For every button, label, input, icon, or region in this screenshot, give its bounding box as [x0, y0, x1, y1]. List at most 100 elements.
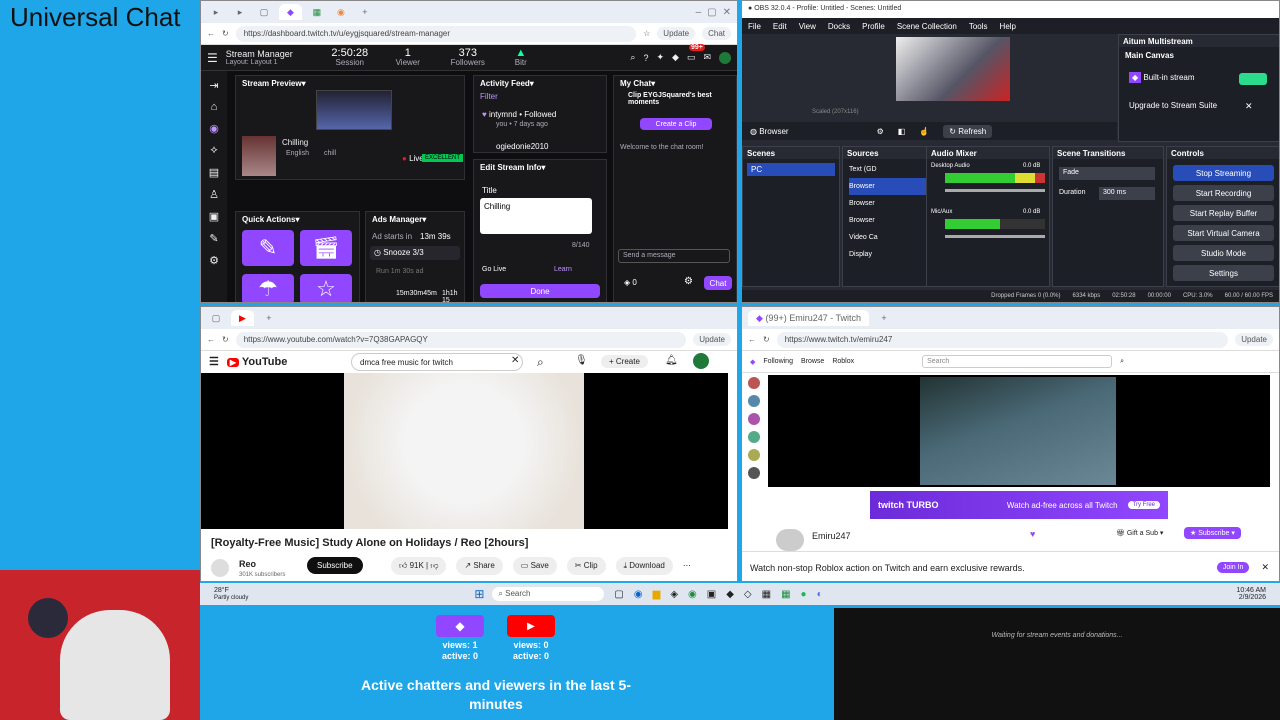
explorer-icon[interactable]: ▆ [653, 589, 661, 600]
try-free-button[interactable]: Try Free [1127, 501, 1160, 509]
gift-sub-button[interactable]: 🎁︎ Gift a Sub ▾ [1116, 529, 1163, 537]
start-recording-button[interactable]: Start Recording [1173, 185, 1274, 201]
app-icon[interactable]: ◆ [726, 589, 734, 600]
app-icon[interactable]: ◇ [744, 589, 752, 600]
stream-toggle[interactable] [1239, 73, 1267, 85]
desktop-audio-slider[interactable] [945, 189, 1045, 192]
back-icon[interactable]: ← [207, 29, 215, 38]
search-icon[interactable]: ⌕ [537, 355, 544, 370]
new-tab-button[interactable]: + [356, 4, 374, 20]
bell-icon[interactable]: 🔔︎ [665, 355, 678, 366]
maximize-button[interactable]: ▢ [707, 7, 716, 18]
properties-icon[interactable]: ⚙ [877, 127, 884, 136]
new-tab-button[interactable]: + [875, 310, 893, 326]
new-tab-button[interactable]: + [260, 310, 278, 326]
send-chat-button[interactable]: Chat [704, 276, 732, 290]
tab-icon[interactable]: ▢ [255, 4, 273, 20]
edge-icon[interactable]: ◉ [634, 589, 643, 600]
youtube-logo[interactable]: ▶ YouTube [226, 356, 287, 368]
back-icon[interactable]: ← [748, 335, 756, 344]
update-button[interactable]: Update [693, 333, 731, 346]
bits-store-icon[interactable]: ◆ [672, 52, 679, 63]
channel-avatar[interactable] [748, 413, 760, 425]
channel-avatar[interactable] [748, 395, 760, 407]
address-bar[interactable]: https://www.twitch.tv/emiru247 [776, 331, 1229, 348]
upgrade-link[interactable]: Upgrade to Stream Suite [1129, 101, 1217, 110]
menu-profile[interactable]: Profile [862, 22, 885, 31]
share-button[interactable]: ↗ Share [456, 557, 503, 575]
channel-points[interactable]: ◈ 0 [624, 278, 637, 287]
run-ad-button[interactable]: Run 1m 30s ad [376, 268, 423, 275]
update-button[interactable]: Update [657, 27, 696, 40]
excel-icon[interactable]: ▦ [781, 589, 790, 600]
app-icon[interactable]: ◈ [670, 589, 678, 600]
channel-avatar[interactable] [748, 431, 760, 443]
learn-link[interactable]: Learn [554, 266, 572, 273]
discord-icon[interactable]: ◐ [817, 589, 823, 600]
star-action-button[interactable]: ☆ [300, 274, 352, 302]
search-icon[interactable]: ⌕ [630, 52, 635, 63]
menu-icon[interactable]: ☰ [209, 355, 219, 368]
stream-icon[interactable]: ◉ [209, 122, 219, 135]
more-icon[interactable]: ⋯ [683, 557, 691, 575]
raid-action-button[interactable]: ☂︎ [242, 274, 294, 302]
channel-avatar[interactable] [748, 467, 760, 479]
transition-select[interactable]: Fade [1059, 167, 1155, 180]
update-button[interactable]: Update [1235, 333, 1273, 346]
download-button[interactable]: ⤓ Download [615, 557, 673, 575]
search-input[interactable]: dmca free music for twitch [351, 353, 523, 371]
spotify-icon[interactable]: ● [801, 589, 807, 600]
tab-sheets[interactable]: ▦ [308, 4, 326, 20]
stop-streaming-button[interactable]: Stop Streaming [1173, 165, 1274, 181]
avatar[interactable] [693, 353, 709, 369]
menu-view[interactable]: View [799, 22, 816, 31]
start-virtual-camera-button[interactable]: Start Virtual Camera [1173, 225, 1274, 241]
app-icon[interactable]: ▦ [762, 589, 771, 600]
scene-item[interactable]: PC [747, 163, 835, 176]
twitch-video-player[interactable] [768, 375, 1270, 487]
clip-button[interactable]: ✂ Clip [566, 557, 606, 575]
reload-icon[interactable]: ↻ [763, 335, 770, 344]
clear-search-icon[interactable]: ✕ [511, 355, 519, 366]
menu-help[interactable]: Help [1000, 22, 1016, 31]
creator-icon[interactable]: ✎ [209, 232, 218, 245]
menu-file[interactable]: File [748, 22, 761, 31]
menu-scene-collection[interactable]: Scene Collection [897, 22, 957, 31]
obs-preview[interactable] [896, 37, 1010, 101]
streamer-name[interactable]: Emiru247 [812, 531, 851, 541]
taskbar-search[interactable]: ⌕ Search [492, 587, 605, 601]
done-button[interactable]: Done [480, 284, 600, 298]
preview-thumbnail[interactable] [316, 90, 392, 130]
activity-item[interactable]: ♥ intymnd • Followed [482, 110, 556, 119]
star-icon[interactable]: ☆ [643, 29, 650, 38]
subscribe-button[interactable]: Subscribe [307, 557, 363, 574]
channel-avatar[interactable] [748, 449, 760, 461]
app-icon[interactable]: ▣ [707, 589, 716, 600]
filters-icon[interactable]: ◧ [898, 127, 906, 136]
join-in-button[interactable]: Join In [1216, 562, 1250, 573]
menu-icon[interactable]: ☰ [207, 51, 218, 65]
notifications-icon[interactable]: ▭ 99+ [687, 44, 705, 63]
filter-button[interactable]: Filter [480, 92, 498, 101]
duration-input[interactable]: 300 ms [1099, 187, 1155, 200]
channel-name[interactable]: Reo [239, 559, 256, 569]
address-bar[interactable]: https://dashboard.twitch.tv/u/eygjsquare… [235, 25, 637, 42]
chat-settings-icon[interactable]: ⚙ [684, 276, 693, 287]
collapse-icon[interactable]: ⇥ [209, 79, 218, 92]
weather-widget[interactable]: 28°F Partly cloudy [214, 587, 248, 601]
settings-icon[interactable]: ⚙ [209, 254, 219, 267]
nav-roblox[interactable]: Roblox [832, 358, 854, 365]
turbo-ad-banner[interactable]: twitch TURBO Watch ad-free across all Tw… [870, 491, 1168, 519]
analytics-icon[interactable]: ▤ [209, 166, 219, 179]
activity-item-2[interactable]: ogiedonie2010 [496, 142, 549, 151]
tab-twitch-dashboard[interactable]: ◆ [279, 4, 302, 20]
follow-heart-icon[interactable]: ♥ [1030, 529, 1035, 539]
tab-youtube[interactable]: ▶ [231, 310, 254, 326]
home-icon[interactable]: ⌂ [211, 101, 218, 113]
close-icon[interactable]: ✕ [1261, 562, 1269, 573]
nav-browse[interactable]: Browse [801, 358, 824, 365]
promote-icon[interactable]: ⟡ [210, 144, 217, 157]
menu-docks[interactable]: Docks [828, 22, 850, 31]
like-button[interactable]: 👍︎ 91K | 👎︎ [391, 557, 447, 575]
start-replay-buffer-button[interactable]: Start Replay Buffer [1173, 205, 1274, 221]
